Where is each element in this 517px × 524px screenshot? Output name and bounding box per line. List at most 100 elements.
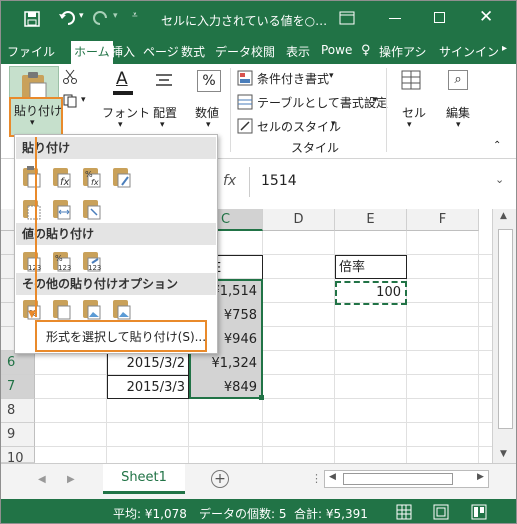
svg-text:fx: fx bbox=[91, 178, 99, 187]
tab-page[interactable]: ページ bbox=[143, 43, 179, 60]
customize-qat-icon[interactable]: ⩡ bbox=[132, 10, 138, 21]
paste-values-source-format-icon[interactable]: 123 bbox=[80, 249, 102, 273]
font-label[interactable]: フォント bbox=[102, 104, 150, 121]
cell-styles-button[interactable]: セルのスタイル bbox=[257, 118, 341, 135]
scroll-up-icon[interactable]: ▲ bbox=[500, 211, 507, 221]
col-header-e[interactable]: E bbox=[335, 209, 407, 231]
font-dropdown-icon[interactable]: ▾ bbox=[118, 120, 123, 130]
percent-icon[interactable]: % bbox=[197, 70, 221, 92]
paste-no-borders-icon[interactable] bbox=[20, 197, 42, 221]
row-header-10[interactable]: 10 bbox=[1, 447, 35, 463]
normal-view-icon[interactable] bbox=[396, 504, 412, 520]
paste-transpose-icon[interactable] bbox=[80, 197, 102, 221]
tab-home[interactable]: ホーム bbox=[71, 41, 113, 64]
tab-power[interactable]: Powe bbox=[321, 43, 352, 57]
cell-e-header[interactable]: 倍率 bbox=[339, 256, 405, 280]
tab-tell-me[interactable]: 操作アシ bbox=[379, 43, 427, 60]
copy-icon[interactable] bbox=[63, 94, 77, 108]
undo-dropdown-icon[interactable]: ▾ bbox=[79, 11, 84, 21]
split-handle-icon[interactable]: ⋮ bbox=[311, 472, 322, 485]
col-header-d[interactable]: D bbox=[263, 209, 335, 231]
fx-icon[interactable]: fx bbox=[223, 173, 236, 189]
cells-dropdown-icon[interactable]: ▾ bbox=[407, 120, 412, 130]
search-icon[interactable]: ⌕ bbox=[448, 70, 468, 90]
paste-linked-picture-icon[interactable] bbox=[110, 297, 132, 321]
tab-insert[interactable]: 挿入 bbox=[111, 43, 135, 60]
align-icon[interactable] bbox=[154, 72, 174, 90]
tab-view[interactable]: 表示 bbox=[286, 43, 310, 60]
conditional-format-button[interactable]: 条件付き書式 bbox=[257, 70, 329, 87]
format-as-table-button[interactable]: テーブルとして書式設定 bbox=[257, 94, 388, 111]
scroll-thumb[interactable] bbox=[498, 229, 513, 429]
collapse-ribbon-icon[interactable]: ⌃ bbox=[493, 140, 501, 151]
cell-c5[interactable]: ¥1,324 bbox=[189, 352, 261, 376]
tab-review[interactable]: 校閲 bbox=[251, 43, 275, 60]
cut-icon[interactable] bbox=[63, 69, 77, 85]
paste-special-button[interactable]: 形式を選択して貼り付け(S)... bbox=[35, 320, 207, 352]
h-scroll-thumb[interactable] bbox=[343, 473, 453, 485]
sheet-next-icon[interactable]: ▶ bbox=[67, 474, 75, 485]
tab-data[interactable]: データ bbox=[215, 43, 251, 60]
tab-formulas[interactable]: 数式 bbox=[181, 43, 205, 60]
paste-keep-formatting-icon[interactable] bbox=[110, 165, 132, 189]
number-label[interactable]: 数値 bbox=[195, 104, 219, 121]
cell-b6[interactable]: 2015/3/2 bbox=[107, 352, 187, 376]
paste-formulas-icon[interactable]: fx bbox=[50, 165, 72, 189]
number-dropdown-icon[interactable]: ▾ bbox=[206, 120, 211, 130]
add-sheet-icon[interactable]: + bbox=[211, 470, 229, 488]
row-header-7[interactable]: 7 bbox=[1, 375, 35, 399]
tab-signin[interactable]: サインイン bbox=[439, 43, 499, 60]
alignment-label[interactable]: 配置 bbox=[153, 104, 177, 121]
vertical-scrollbar[interactable]: ▲ ▼ bbox=[492, 209, 516, 463]
page-break-preview-icon[interactable] bbox=[471, 504, 487, 520]
close-icon[interactable]: ✕ bbox=[479, 7, 493, 27]
col-header-f[interactable]: F bbox=[407, 209, 479, 231]
cell-c-header[interactable]: E bbox=[213, 257, 263, 281]
align-dropdown-icon[interactable]: ▾ bbox=[160, 120, 165, 130]
row-header-6[interactable]: 6 bbox=[1, 351, 35, 375]
tabs-scroll-right-icon[interactable]: ▸ bbox=[502, 43, 507, 54]
sheet-tab-sheet1[interactable]: Sheet1 bbox=[103, 464, 185, 494]
paste-values-icon[interactable]: 123 bbox=[20, 249, 42, 273]
paste-values-number-format-icon[interactable]: %123 bbox=[50, 249, 72, 273]
paste-keep-column-widths-icon[interactable] bbox=[50, 197, 72, 221]
copy-dropdown-icon[interactable]: ▾ bbox=[81, 95, 86, 105]
paste-dropdown-button[interactable]: 貼り付け ▾ bbox=[9, 97, 63, 137]
row-header-8[interactable]: 8 bbox=[1, 399, 35, 423]
horizontal-scrollbar[interactable]: ◀ ▶ bbox=[324, 470, 489, 488]
fill-handle[interactable] bbox=[259, 395, 264, 400]
window-title: セルに入力されている値を○… bbox=[161, 14, 328, 28]
redo-icon[interactable] bbox=[92, 10, 110, 26]
expand-formula-icon[interactable]: ⌄ bbox=[495, 173, 504, 186]
ribbon-display-options-icon[interactable] bbox=[339, 11, 355, 25]
undo-icon[interactable] bbox=[58, 10, 76, 26]
scroll-left-icon[interactable]: ◀ bbox=[329, 472, 336, 482]
paste-link-icon[interactable] bbox=[50, 297, 72, 321]
maximize-icon[interactable] bbox=[434, 12, 445, 23]
font-color-bar bbox=[113, 91, 133, 95]
paste-picture-icon[interactable] bbox=[80, 297, 102, 321]
formula-input[interactable]: 1514 bbox=[261, 173, 297, 189]
row-header-9[interactable]: 9 bbox=[1, 423, 35, 447]
editing-label[interactable]: 編集 bbox=[446, 104, 470, 121]
cell-c6[interactable]: ¥849 bbox=[189, 376, 261, 400]
cell-b7[interactable]: 2015/3/3 bbox=[107, 376, 187, 400]
cells-icon[interactable] bbox=[401, 70, 421, 90]
paste-icon[interactable] bbox=[20, 165, 42, 189]
paste-formulas-number-format-icon[interactable]: %fx bbox=[80, 165, 102, 189]
scroll-right-icon[interactable]: ▶ bbox=[477, 472, 484, 482]
tab-file[interactable]: ファイル bbox=[7, 43, 55, 60]
status-average: 平均: ¥1,078 bbox=[113, 507, 187, 521]
cell-styles-dropdown-icon[interactable]: ▾ bbox=[331, 119, 336, 129]
scroll-down-icon[interactable]: ▼ bbox=[500, 449, 507, 459]
minimize-icon[interactable] bbox=[389, 18, 401, 19]
cells-label[interactable]: セル bbox=[402, 104, 426, 121]
save-icon[interactable] bbox=[24, 11, 40, 27]
table-format-dropdown-icon[interactable]: ▾ bbox=[373, 95, 378, 105]
cell-e-value[interactable]: 100 bbox=[335, 281, 405, 305]
page-layout-view-icon[interactable] bbox=[433, 504, 449, 520]
cond-format-dropdown-icon[interactable]: ▾ bbox=[329, 71, 334, 81]
font-button[interactable]: A bbox=[111, 69, 135, 97]
sheet-prev-icon[interactable]: ◀ bbox=[38, 474, 46, 485]
editing-dropdown-icon[interactable]: ▾ bbox=[456, 120, 461, 130]
